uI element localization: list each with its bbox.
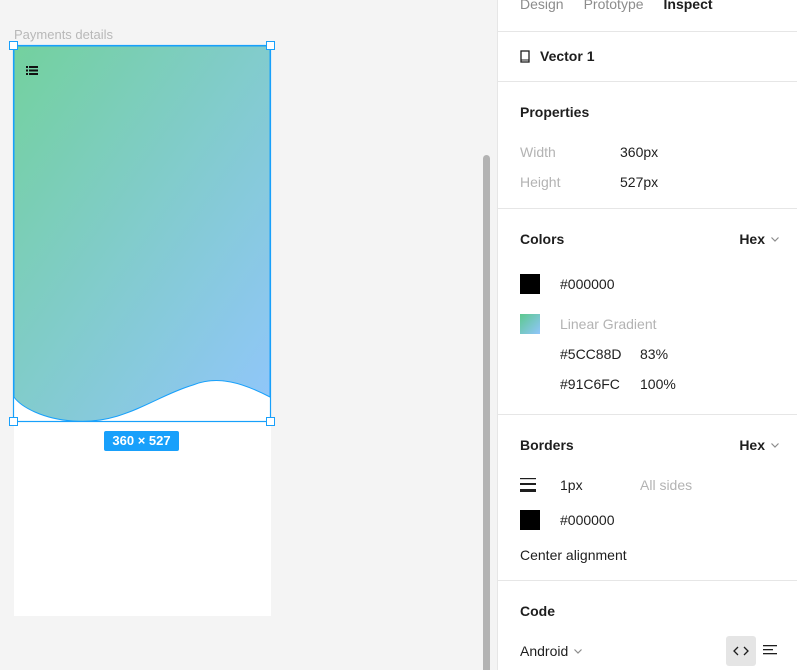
resize-handle-top-right[interactable] [266,41,275,50]
code-brackets-icon [733,646,749,656]
panel-tabs: Design Prototype Inspect [520,0,713,12]
divider [498,580,797,581]
colors-format-dropdown[interactable]: Hex [739,231,779,247]
colors-title: Colors [520,231,565,247]
divider [498,414,797,415]
inspect-panel: Design Prototype Inspect Vector 1 Proper… [497,0,797,670]
canvas[interactable]: Payments details 360 × 527 [0,0,497,670]
stroke-weight-icon [520,478,536,492]
properties-title: Properties [520,104,590,120]
layer-header: Vector 1 [520,48,594,64]
height-value[interactable]: 527px [620,174,658,190]
gradient-stop-hex-1[interactable]: #5CC88D [560,346,621,362]
gradient-stop-pct-2: 100% [640,376,676,392]
frame-label[interactable]: Payments details [14,27,113,42]
gradient-label: Linear Gradient [560,316,657,332]
resize-handle-bottom-right[interactable] [266,417,275,426]
divider [498,31,797,32]
chevron-down-icon [771,236,779,242]
layer-name: Vector 1 [540,48,595,64]
chevron-down-icon [574,648,583,654]
tab-design[interactable]: Design [520,0,564,12]
color-hex-black[interactable]: #000000 [560,276,615,292]
list-icon [26,66,38,75]
border-alignment: Center alignment [520,547,627,563]
height-label: Height [520,174,561,190]
code-platform-label: Android [520,643,569,659]
size-badge: 360 × 527 [104,431,179,451]
chevron-down-icon [771,442,779,448]
gradient-stop-pct-1: 83% [640,346,669,362]
code-title: Code [520,603,555,619]
canvas-scrollbar[interactable] [483,155,490,670]
tab-inspect[interactable]: Inspect [664,0,713,12]
colors-format-label: Hex [739,231,765,247]
text-align-icon[interactable] [762,641,780,659]
border-sides: All sides [640,477,693,493]
divider [498,208,797,209]
width-value[interactable]: 360px [620,144,658,160]
code-platform-dropdown[interactable]: Android [520,643,583,659]
color-swatch-black[interactable] [520,274,540,294]
code-view-button[interactable] [726,636,756,666]
borders-format-label: Hex [739,437,765,453]
borders-format-dropdown[interactable]: Hex [739,437,779,453]
border-color-hex[interactable]: #000000 [560,512,615,528]
resize-handle-top-left[interactable] [9,41,18,50]
resize-handle-bottom-left[interactable] [9,417,18,426]
tab-prototype[interactable]: Prototype [584,0,644,12]
borders-title: Borders [520,437,574,453]
border-color-swatch[interactable] [520,510,540,530]
color-swatch-gradient[interactable] [520,314,540,334]
border-weight: 1px [560,477,583,493]
gradient-stop-hex-2[interactable]: #91C6FC [560,376,620,392]
width-label: Width [520,144,556,160]
vector-1-shape[interactable] [12,44,272,423]
vector-layer-icon [520,49,530,63]
divider [498,81,797,82]
